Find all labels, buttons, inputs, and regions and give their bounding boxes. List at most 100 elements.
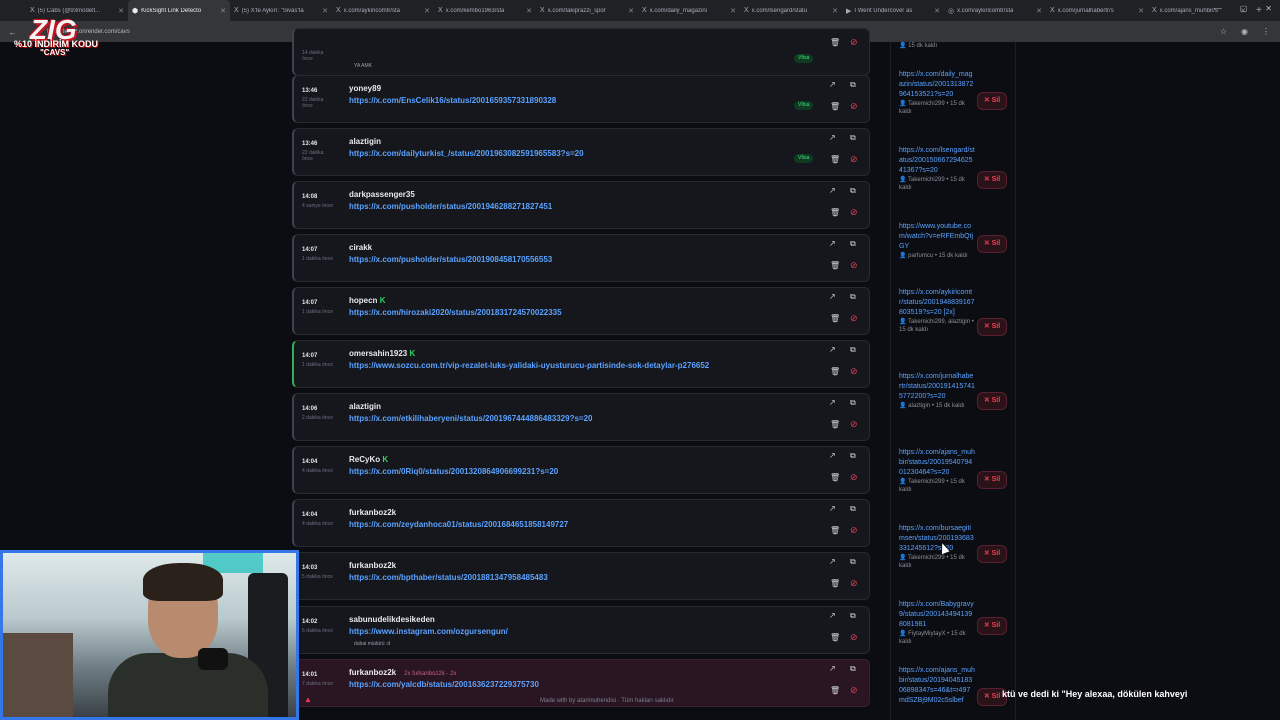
open-link-icon[interactable]: ↗	[829, 664, 836, 673]
menu-icon[interactable]: ⋮	[1262, 27, 1270, 36]
trash-icon[interactable]: 🗑	[830, 367, 840, 376]
copy-icon[interactable]: ⧉	[850, 504, 856, 514]
bookmark-star-icon[interactable]: ☆	[1220, 27, 1227, 36]
trash-icon[interactable]: 🗑	[830, 633, 840, 642]
browser-tab[interactable]: X (5) X'te Aykırı: "Sivas'ta ✕	[230, 0, 332, 21]
maximize-icon[interactable]: ▢	[1240, 4, 1248, 13]
copy-icon[interactable]: ⧉	[850, 80, 856, 90]
row-link[interactable]: https://x.com/pusholder/status/200190845…	[349, 255, 552, 264]
browser-tab[interactable]: Xx.com/aykiricomtr/sta ✕	[332, 0, 434, 21]
ban-icon[interactable]: ⊘	[850, 207, 858, 218]
trash-icon[interactable]: 🗑	[830, 473, 840, 482]
ban-icon[interactable]: ⊘	[850, 101, 858, 112]
tab-close-icon[interactable]: ✕	[118, 7, 124, 15]
queue-link[interactable]: https://x.com/jurnalhabertr/status/20019…	[899, 372, 975, 402]
copy-icon[interactable]: ⧉	[850, 239, 856, 249]
trash-icon[interactable]: 🗑	[830, 579, 840, 588]
copy-icon[interactable]: ⧉	[850, 186, 856, 196]
remove-button[interactable]: ✕ Sil	[977, 92, 1007, 110]
browser-tab[interactable]: Xx.com/takiprazzi_spor ✕	[536, 0, 638, 21]
browser-tab[interactable]: ⬢ KickSight Link Detecto ✕	[128, 0, 230, 21]
remove-button[interactable]: ✕ Sil	[977, 617, 1007, 635]
browser-tab[interactable]: Xx.com/lsengard/statu ✕	[740, 0, 842, 21]
tab-close-icon[interactable]: ✕	[730, 7, 736, 15]
ban-icon[interactable]: ⊘	[850, 313, 858, 324]
copy-icon[interactable]: ⧉	[850, 451, 856, 461]
copy-icon[interactable]: ⧉	[850, 398, 856, 408]
browser-tab[interactable]: ◎ x.com/aykiricomtr/sta ✕	[944, 0, 1046, 21]
ban-icon[interactable]: ⊘	[850, 154, 858, 165]
open-link-icon[interactable]: ↗	[829, 451, 836, 460]
ban-icon[interactable]: ⊘	[850, 632, 858, 643]
ban-icon[interactable]: ⊘	[850, 685, 858, 696]
queue-link[interactable]: https://x.com/ajans_muhbir/status/201940…	[899, 666, 975, 706]
trash-icon[interactable]: 🗑	[830, 102, 840, 111]
trash-icon[interactable]: 🗑	[830, 208, 840, 217]
queue-link[interactable]: https://x.com/aykiricomtr/status/2001948…	[899, 288, 975, 318]
ban-icon[interactable]: ⊘	[850, 525, 858, 536]
open-link-icon[interactable]: ↗	[829, 80, 836, 89]
row-link[interactable]: https://x.com/dailyturkist_/status/20019…	[349, 149, 584, 158]
ban-icon[interactable]: ⊘	[850, 37, 858, 48]
remove-button[interactable]: ✕ Sil	[977, 171, 1007, 189]
open-link-icon[interactable]: ↗	[829, 557, 836, 566]
row-link[interactable]: https://x.com/hirozaki2020/status/200183…	[349, 308, 562, 317]
ban-icon[interactable]: ⊘	[850, 366, 858, 377]
trash-icon[interactable]: 🗑	[830, 526, 840, 535]
open-link-icon[interactable]: ↗	[829, 611, 836, 620]
row-link[interactable]: https://x.com/yalcdb/status/200163623722…	[349, 680, 539, 689]
copy-icon[interactable]: ⧉	[850, 133, 856, 143]
ban-icon[interactable]: ⊘	[850, 472, 858, 483]
tab-close-icon[interactable]: ✕	[424, 7, 430, 15]
close-icon[interactable]: ✕	[1265, 4, 1272, 13]
queue-link[interactable]: https://x.com/ajans_muhbir/status/200195…	[899, 448, 975, 478]
row-link[interactable]: https://www.instagram.com/ozgursengun/	[349, 627, 508, 636]
browser-tab[interactable]: ▶ I Went Undercover as ✕	[842, 0, 944, 21]
tab-close-icon[interactable]: ✕	[220, 7, 226, 15]
row-link[interactable]: https://x.com/bpthaber/status/2001881347…	[349, 573, 548, 582]
minimize-icon[interactable]: —	[1214, 4, 1222, 13]
browser-tab[interactable]: Xx.com/kembo1963/sta ✕	[434, 0, 536, 21]
open-link-icon[interactable]: ↗	[829, 186, 836, 195]
row-link[interactable]: https://x.com/pusholder/status/200194628…	[349, 202, 552, 211]
open-link-icon[interactable]: ↗	[829, 504, 836, 513]
row-link[interactable]: https://www.sozcu.com.tr/vip-rezalet-luk…	[349, 361, 709, 370]
trash-icon[interactable]: 🗑	[830, 686, 840, 695]
row-link[interactable]: https://x.com/EnsCelik16/status/20016593…	[349, 96, 556, 105]
trash-icon[interactable]: 🗑	[830, 420, 840, 429]
remove-button[interactable]: ✕ Sil	[977, 235, 1007, 253]
remove-button[interactable]: ✕ Sil	[977, 545, 1007, 563]
ban-icon[interactable]: ⊘	[850, 419, 858, 430]
trash-icon[interactable]: 🗑	[830, 38, 840, 47]
queue-link[interactable]: https://x.com/lsengard/status/2001506672…	[899, 146, 975, 176]
queue-link[interactable]: https://www.youtube.com/watch?v=eRFEmbQt…	[899, 222, 975, 252]
open-link-icon[interactable]: ↗	[829, 345, 836, 354]
row-link[interactable]: https://x.com/0Riq0/status/2001320864906…	[349, 467, 558, 476]
tab-close-icon[interactable]: ✕	[322, 7, 328, 15]
tab-close-icon[interactable]: ✕	[628, 7, 634, 15]
copy-icon[interactable]: ⧉	[850, 611, 856, 621]
copy-icon[interactable]: ⧉	[850, 345, 856, 355]
copy-icon[interactable]: ⧉	[850, 664, 856, 674]
tab-close-icon[interactable]: ✕	[1138, 7, 1144, 15]
row-link[interactable]: https://x.com/etkilihaberyeni/status/200…	[349, 414, 592, 423]
queue-link[interactable]: https://x.com/daily_magazin/status/20013…	[899, 70, 975, 100]
remove-button[interactable]: ✕ Sil	[977, 318, 1007, 336]
row-link[interactable]: https://x.com/zeydanhoca01/status/200168…	[349, 520, 568, 529]
tab-close-icon[interactable]: ✕	[526, 7, 532, 15]
queue-link[interactable]: https://x.com/Babygravy9/status/20014349…	[899, 600, 975, 630]
ban-icon[interactable]: ⊘	[850, 260, 858, 271]
copy-icon[interactable]: ⧉	[850, 557, 856, 567]
tab-close-icon[interactable]: ✕	[832, 7, 838, 15]
trash-icon[interactable]: 🗑	[830, 314, 840, 323]
profile-icon[interactable]: ◉	[1241, 27, 1248, 36]
ban-icon[interactable]: ⊘	[850, 578, 858, 589]
remove-button[interactable]: ✕ Sil	[977, 392, 1007, 410]
tab-close-icon[interactable]: ✕	[934, 7, 940, 15]
trash-icon[interactable]: 🗑	[830, 155, 840, 164]
remove-button[interactable]: ✕ Sil	[977, 471, 1007, 489]
open-link-icon[interactable]: ↗	[829, 239, 836, 248]
tab-close-icon[interactable]: ✕	[1036, 7, 1042, 15]
browser-tab[interactable]: Xx.com/jurnalhabertr/s ✕	[1046, 0, 1148, 21]
open-link-icon[interactable]: ↗	[829, 133, 836, 142]
